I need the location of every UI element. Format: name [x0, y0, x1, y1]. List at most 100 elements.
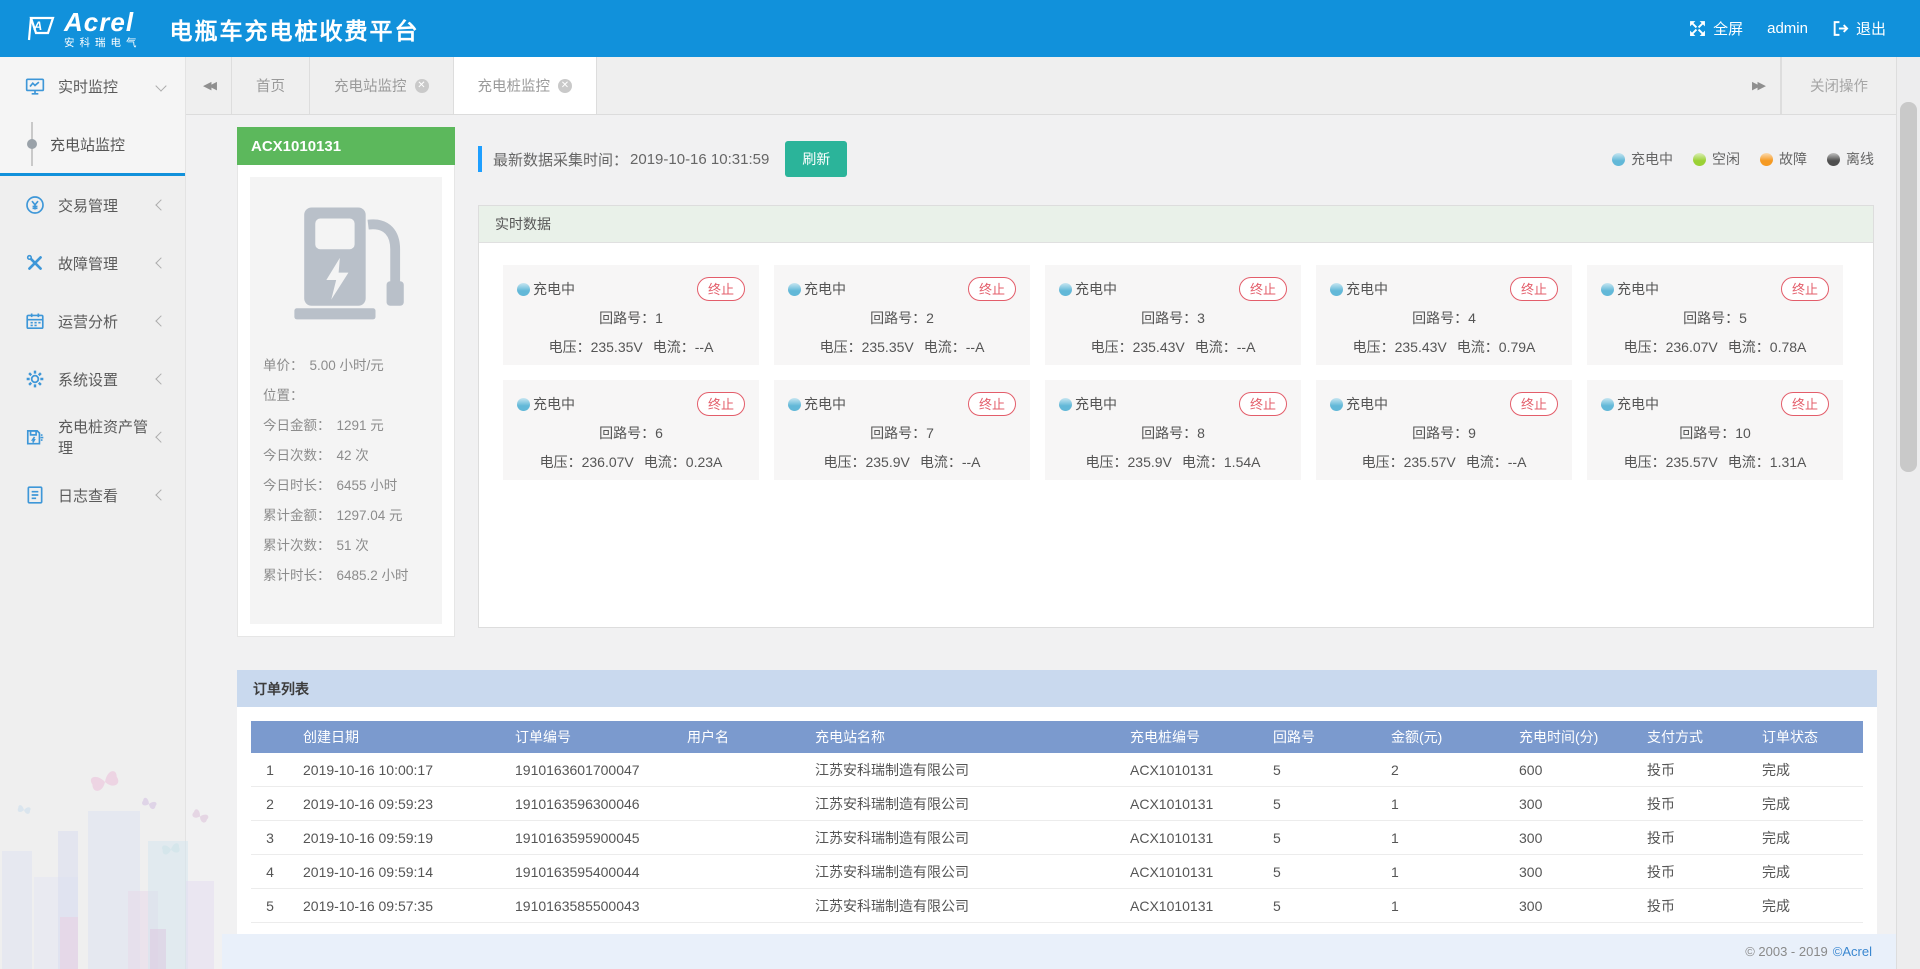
terminate-button[interactable]: 终止	[968, 392, 1016, 416]
row-index-cell: 1	[251, 762, 289, 778]
device-stat-line: 单价： 5.00 小时/元	[263, 351, 429, 381]
device-stat-line: 今日时长： 6455 小时	[263, 471, 429, 501]
channel-status: 充电中	[1346, 279, 1388, 299]
device-stats: 单价： 5.00 小时/元 位置： 今日金额： 1291 元 今日次数： 42 …	[263, 351, 429, 591]
footer: © 2003 - 2019 ©Acrel	[222, 934, 1902, 969]
terminate-button[interactable]: 终止	[968, 277, 1016, 301]
column-header: 充电时间(分)	[1505, 727, 1633, 747]
charging-status-dot-icon	[1601, 283, 1614, 296]
sidebar-item-pile-assets[interactable]: 充电桩资产管理	[0, 408, 185, 466]
brand-name: Acrel	[64, 9, 142, 35]
tabs-scroll-right-button[interactable]: ▶▶	[1735, 57, 1781, 114]
sidebar-item-station-monitor[interactable]: 充电站监控	[0, 115, 185, 173]
sidebar-item-operations-analysis[interactable]: 运营分析	[0, 292, 185, 350]
sidebar-item-logs[interactable]: 日志查看	[0, 466, 185, 524]
chevron-down-icon	[155, 80, 166, 91]
column-header: 回路号	[1259, 727, 1377, 747]
sidebar-item-realtime-monitor[interactable]: 实时监控	[0, 57, 185, 115]
table-cell: 1	[1377, 830, 1505, 846]
terminate-button[interactable]: 终止	[1510, 277, 1558, 301]
column-header: 订单编号	[501, 727, 673, 747]
app-root: A Acrel 安科瑞电气 电瓶车充电桩收费平台 全屏 admin	[0, 0, 1920, 969]
table-cell: 完成	[1748, 828, 1863, 848]
vertical-scrollbar[interactable]	[1896, 57, 1920, 969]
tab-home[interactable]: 首页	[232, 57, 310, 114]
table-cell: 300	[1505, 864, 1633, 880]
table-cell: 2019-10-16 10:00:17	[289, 762, 501, 778]
scrollbar-thumb[interactable]	[1900, 102, 1917, 472]
table-cell: 投币	[1633, 862, 1748, 882]
sidebar-item-faults[interactable]: 故障管理	[0, 234, 185, 292]
table-cell: 江苏安科瑞制造有限公司	[801, 896, 1116, 916]
terminate-button[interactable]: 终止	[1510, 392, 1558, 416]
device-stat-line: 累计次数： 51 次	[263, 531, 429, 561]
logout-button[interactable]: 退出	[1832, 18, 1886, 39]
legend-item: 充电中	[1612, 149, 1673, 169]
table-row[interactable]: 12019-10-16 10:00:171910163601700047江苏安科…	[251, 753, 1863, 787]
realtime-section-title: 实时数据	[479, 206, 1873, 243]
realtime-section: 实时数据 充电中 终止 回路号：1 电压：235.35V电流：--A 充电中 终…	[478, 205, 1874, 628]
sidebar: 实时监控 充电站监控 交易管理 故障管理	[0, 57, 186, 969]
footer-brand-link[interactable]: ©Acrel	[1833, 944, 1872, 959]
table-cell: 300	[1505, 898, 1633, 914]
charging-status-dot-icon	[1330, 398, 1343, 411]
table-cell: 完成	[1748, 760, 1863, 780]
terminate-button[interactable]: 终止	[1239, 277, 1287, 301]
table-cell: 投币	[1633, 896, 1748, 916]
tab-close-icon[interactable]: ✕	[415, 79, 429, 93]
terminate-button[interactable]: 终止	[697, 392, 745, 416]
table-cell: 5	[1259, 762, 1377, 778]
fullscreen-button[interactable]: 全屏	[1689, 18, 1743, 39]
terminate-button[interactable]: 终止	[1781, 277, 1829, 301]
refresh-button[interactable]: 刷新	[785, 141, 847, 177]
copyright-text: © 2003 - 2019	[1745, 944, 1828, 959]
tab-label: 充电站监控	[334, 75, 407, 96]
column-header: 创建日期	[289, 727, 501, 747]
table-row[interactable]: 42019-10-16 09:59:141910163595400044江苏安科…	[251, 855, 1863, 889]
column-header: 金额(元)	[1377, 727, 1505, 747]
status-legend: 充电中 空闲 故障 离线	[1612, 149, 1874, 169]
butterfly-icon	[188, 805, 213, 828]
channel-card: 充电中 终止 回路号：5 电压：236.07V电流：0.78A	[1587, 265, 1843, 365]
channel-card: 充电中 终止 回路号：8 电压：235.9V电流：1.54A	[1045, 380, 1301, 480]
table-cell: 1910163595400044	[501, 864, 673, 880]
table-cell: 投币	[1633, 828, 1748, 848]
sidebar-item-transactions[interactable]: 交易管理	[0, 176, 185, 234]
tabs-scroll-left-button[interactable]: ◀◀	[186, 57, 232, 114]
row-index-cell: 4	[251, 864, 289, 880]
terminate-button[interactable]: 终止	[1781, 392, 1829, 416]
table-row[interactable]: 22019-10-16 09:59:231910163596300046江苏安科…	[251, 787, 1863, 821]
tab-pile-monitor[interactable]: 充电桩监控 ✕	[454, 57, 598, 114]
tab-close-icon[interactable]: ✕	[558, 79, 572, 93]
table-cell: 1	[1377, 864, 1505, 880]
double-left-chevron-icon: ◀◀	[203, 79, 214, 92]
table-cell: ACX1010131	[1116, 864, 1259, 880]
table-row[interactable]: 52019-10-16 09:57:351910163585500043江苏安科…	[251, 889, 1863, 923]
tab-station-monitor[interactable]: 充电站监控 ✕	[310, 57, 454, 114]
charging-status-dot-icon	[1059, 283, 1072, 296]
close-operations-menu[interactable]: 关闭操作	[1781, 57, 1896, 114]
status-dot-icon	[1612, 153, 1625, 166]
username[interactable]: admin	[1767, 20, 1808, 37]
table-cell: 2019-10-16 09:59:23	[289, 796, 501, 812]
device-stat-line: 今日次数： 42 次	[263, 441, 429, 471]
legend-item: 故障	[1760, 149, 1807, 169]
table-cell: 1	[1377, 796, 1505, 812]
collect-time-value: 2019-10-16 10:31:59	[630, 151, 769, 168]
channel-status: 充电中	[804, 279, 846, 299]
page-title: 电瓶车充电桩收费平台	[170, 12, 420, 46]
sidebar-item-system-settings[interactable]: 系统设置	[0, 350, 185, 408]
row-index-cell: 2	[251, 796, 289, 812]
charging-status-dot-icon	[517, 283, 530, 296]
chevron-left-icon	[155, 315, 166, 326]
channel-status: 充电中	[533, 394, 575, 414]
collect-info-row: 最新数据采集时间： 2019-10-16 10:31:59 刷新 充电中 空闲 …	[478, 141, 1874, 177]
terminate-button[interactable]: 终止	[697, 277, 745, 301]
table-cell: ACX1010131	[1116, 762, 1259, 778]
charging-status-dot-icon	[788, 398, 801, 411]
transaction-icon	[25, 195, 45, 215]
orders-table-rows: 12019-10-16 10:00:171910163601700047江苏安科…	[251, 753, 1863, 923]
table-row[interactable]: 32019-10-16 09:59:191910163595900045江苏安科…	[251, 821, 1863, 855]
terminate-button[interactable]: 终止	[1239, 392, 1287, 416]
channel-card: 充电中 终止 回路号：10 电压：235.57V电流：1.31A	[1587, 380, 1843, 480]
